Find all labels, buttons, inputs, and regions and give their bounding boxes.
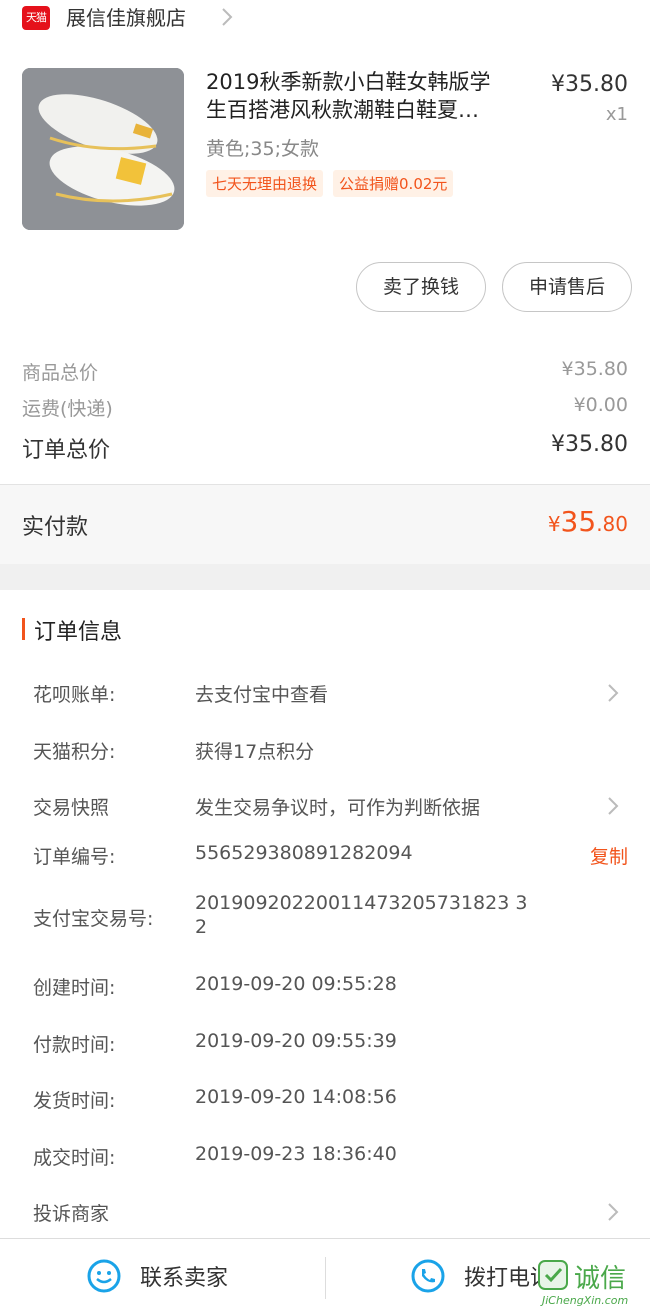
contact-seller-label: 联系卖家 (140, 1265, 229, 1291)
goods-total-value: ¥35.80 (561, 358, 628, 380)
phone-icon (411, 1259, 445, 1292)
watermark-icon (538, 1260, 568, 1290)
tag-charity: 公益捐赠0.02元 (333, 170, 454, 197)
goods-total-row: 商品总价 ¥35.80 (22, 358, 628, 390)
info-key: 订单编号: (33, 846, 116, 868)
call-phone-button[interactable]: 拨打电话 (410, 1239, 552, 1312)
section-divider (0, 564, 650, 590)
chevron-right-icon (608, 1203, 619, 1221)
watermark-text: 诚信 (574, 1264, 627, 1294)
product-title-line: 生百搭港风秋款潮鞋白鞋夏… (206, 98, 479, 122)
store-header[interactable]: 天猫 展信佳旗舰店 (0, 0, 650, 40)
info-value: 2019-09-23 18:36:40 (195, 1143, 397, 1165)
watermark-logo: 诚信 JiChengXin.com (534, 1256, 650, 1311)
info-value: 获得17点积分 (195, 741, 315, 763)
paid-label: 实付款 (22, 515, 89, 540)
after-sale-button[interactable]: 申请售后 (502, 262, 632, 312)
store-name[interactable]: 展信佳旗舰店 (66, 4, 186, 32)
info-key: 成交时间: (33, 1147, 116, 1169)
product-quantity: x1 (605, 104, 628, 125)
product-card[interactable]: 2019秋季新款小白鞋女韩版学 生百搭港风秋款潮鞋白鞋夏… ¥35.80 x1 … (0, 60, 650, 250)
order-total-label: 订单总价 (22, 438, 111, 463)
info-value: 2019-09-20 09:55:28 (195, 973, 397, 995)
info-value: 发生交易争议时，可作为判断依据 (195, 797, 481, 819)
paid-integer: 35 (560, 505, 597, 538)
alipay-trade-number-line: 2 (195, 916, 208, 938)
info-key: 发货时间: (33, 1090, 116, 1112)
goods-total-label: 商品总价 (22, 362, 99, 384)
sell-button[interactable]: 卖了换钱 (356, 262, 486, 312)
info-key: 投诉商家 (33, 1203, 110, 1225)
alipay-trade-number-line: 20190920220011473205731823 3 (195, 892, 528, 914)
product-title-line: 2019秋季新款小白鞋女韩版学 (206, 70, 491, 94)
info-key: 创建时间: (33, 977, 116, 999)
chevron-right-icon (608, 797, 619, 815)
info-value: 2019-09-20 14:08:56 (195, 1086, 397, 1108)
product-tags: 七天无理由退换 公益捐赠0.02元 (206, 170, 454, 197)
tag-return-policy: 七天无理由退换 (206, 170, 324, 197)
alipay-trade-row: 支付宝交易号: 20190920220011473205731823 3 2 (33, 891, 628, 943)
paid-decimal: .80 (596, 512, 628, 536)
shipping-row: 运费(快递) ¥0.00 (22, 394, 628, 426)
info-key: 支付宝交易号: (33, 908, 154, 930)
chat-smile-icon (87, 1259, 121, 1292)
watermark-site: JiChengXin.com (542, 1294, 629, 1307)
info-key: 花呗账单: (33, 684, 116, 706)
product-image[interactable] (22, 68, 184, 230)
chevron-right-icon (222, 8, 233, 26)
order-info-title: 订单信息 (34, 620, 123, 645)
info-key: 天猫积分: (33, 741, 116, 763)
tmall-logo: 天猫 (22, 6, 50, 30)
paid-amount: ¥35.80 (548, 505, 628, 538)
order-total-row: 订单总价 ¥35.80 (22, 432, 628, 464)
product-sku: 黄色;35;女款 (206, 138, 319, 160)
info-value: 去支付宝中查看 (195, 684, 329, 706)
order-number: 556529380891282094 (195, 842, 413, 864)
product-price: ¥35.80 (551, 72, 628, 97)
shipping-label: 运费(快递) (22, 398, 113, 420)
copy-button[interactable]: 复制 (590, 842, 628, 869)
order-total-value: ¥35.80 (551, 432, 628, 457)
shipping-value: ¥0.00 (573, 394, 628, 416)
divider (325, 1257, 326, 1299)
paid-amount-box: 实付款 ¥35.80 (0, 484, 650, 565)
info-key: 付款时间: (33, 1034, 116, 1056)
info-value: 2019-09-20 09:55:39 (195, 1030, 397, 1052)
paid-currency: ¥ (547, 512, 561, 536)
product-title[interactable]: 2019秋季新款小白鞋女韩版学 生百搭港风秋款潮鞋白鞋夏… (206, 68, 526, 124)
alipay-trade-number: 20190920220011473205731823 3 2 (195, 891, 527, 939)
info-key: 交易快照 (33, 797, 110, 819)
contact-seller-button[interactable]: 联系卖家 (86, 1239, 228, 1312)
chevron-right-icon (608, 684, 619, 702)
section-accent-bar (22, 618, 25, 640)
